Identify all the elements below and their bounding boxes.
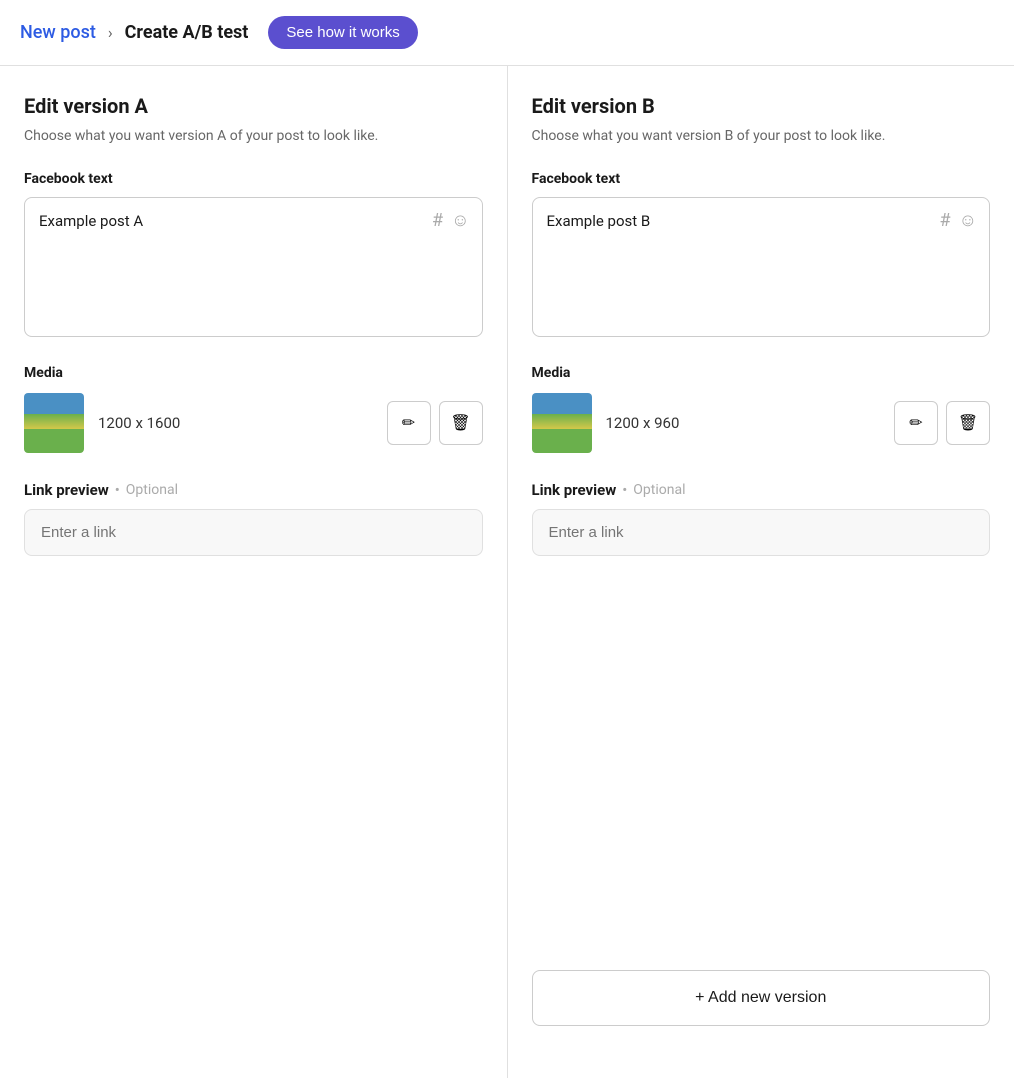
version-a-link-input[interactable] (24, 509, 483, 556)
version-b-thumb-image (532, 393, 592, 453)
version-b-media-label: Media (532, 365, 991, 381)
version-a-panel: Edit version A Choose what you want vers… (0, 66, 508, 1078)
version-b-panel: Edit version B Choose what you want vers… (508, 66, 1014, 1078)
link-optional-text-b: Optional (633, 482, 685, 498)
version-a-media-label: Media (24, 365, 483, 381)
version-a-thumbnail (24, 393, 84, 453)
version-a-text-area[interactable]: Example post A # ☺ (24, 197, 483, 337)
version-b-facebook-label: Facebook text (532, 171, 991, 187)
version-b-media-section: Media 1200 x 960 ✏ 🗑 (532, 365, 991, 453)
version-a-thumb-image (24, 393, 84, 453)
version-a-title: Edit version A (24, 94, 483, 118)
version-b-thumbnail (532, 393, 592, 453)
new-post-link[interactable]: New post (20, 22, 96, 43)
edit-icon-b: ✏ (909, 413, 922, 433)
version-a-text-icons: # ☺ (432, 210, 469, 231)
edit-icon: ✏ (402, 413, 415, 433)
version-a-link-label: Link preview • Optional (24, 481, 483, 499)
version-a-dimensions: 1200 x 1600 (98, 414, 373, 432)
header: New post › Create A/B test See how it wo… (0, 0, 1014, 66)
see-how-button[interactable]: See how it works (268, 16, 417, 49)
link-dot-b: • (622, 481, 627, 499)
trash-icon: 🗑 (450, 413, 470, 433)
version-b-link-preview: Link preview • Optional (532, 481, 991, 556)
emoji-icon-b[interactable]: ☺ (959, 210, 977, 231)
version-a-subtitle: Choose what you want version A of your p… (24, 126, 483, 147)
version-b-media-actions: ✏ 🗑 (894, 401, 990, 445)
version-b-subtitle: Choose what you want version B of your p… (532, 126, 991, 147)
version-b-text-content: Example post B (547, 210, 940, 233)
trash-icon-b: 🗑 (958, 413, 978, 433)
version-b-text-icons: # ☺ (940, 210, 977, 231)
version-a-delete-button[interactable]: 🗑 (439, 401, 483, 445)
page-title: Create A/B test (125, 22, 249, 43)
version-b-title: Edit version B (532, 94, 991, 118)
add-version-button[interactable]: + Add new version (532, 970, 991, 1026)
version-a-media-row: 1200 x 1600 ✏ 🗑 (24, 393, 483, 453)
version-b-link-input[interactable] (532, 509, 991, 556)
version-b-footer: + Add new version (532, 970, 991, 1050)
version-b-link-label: Link preview • Optional (532, 481, 991, 499)
hash-icon-b[interactable]: # (940, 210, 951, 231)
version-a-link-preview: Link preview • Optional (24, 481, 483, 556)
link-preview-text: Link preview (24, 481, 109, 499)
link-dot: • (115, 481, 120, 499)
version-a-text-content: Example post A (39, 210, 432, 233)
version-b-content: Edit version B Choose what you want vers… (532, 94, 991, 970)
emoji-icon[interactable]: ☺ (451, 210, 469, 231)
version-a-facebook-label: Facebook text (24, 171, 483, 187)
version-b-text-area[interactable]: Example post B # ☺ (532, 197, 991, 337)
link-optional-text: Optional (126, 482, 178, 498)
version-b-dimensions: 1200 x 960 (606, 414, 881, 432)
hash-icon[interactable]: # (432, 210, 443, 231)
version-b-delete-button[interactable]: 🗑 (946, 401, 990, 445)
version-a-media-actions: ✏ 🗑 (387, 401, 483, 445)
link-preview-text-b: Link preview (532, 481, 617, 499)
breadcrumb-separator: › (108, 23, 113, 42)
main-content: Edit version A Choose what you want vers… (0, 66, 1014, 1078)
version-a-edit-button[interactable]: ✏ (387, 401, 431, 445)
version-b-media-row: 1200 x 960 ✏ 🗑 (532, 393, 991, 453)
version-b-edit-button[interactable]: ✏ (894, 401, 938, 445)
version-a-media-section: Media 1200 x 1600 ✏ 🗑 (24, 365, 483, 453)
